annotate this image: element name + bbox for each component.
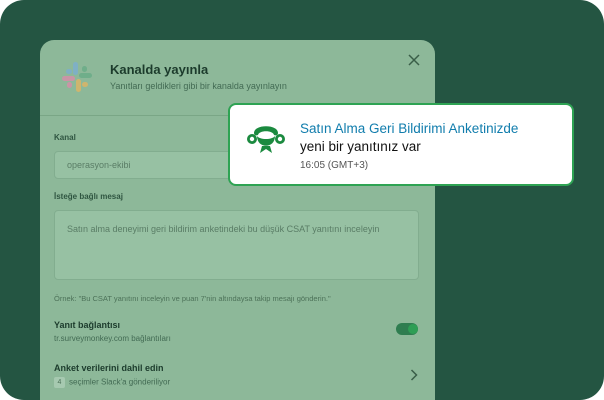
include-data-subtitle: 4 seçimler Slack'a gönderiliyor xyxy=(54,377,170,388)
reply-link-title: Yanıt bağlantısı xyxy=(54,320,121,330)
message-textarea[interactable]: Satın alma deneyimi geri bildirim anketi… xyxy=(54,210,419,280)
message-label: İsteğe bağlı mesaj xyxy=(54,192,123,201)
message-value: Satın alma deneyimi geri bildirim anketi… xyxy=(67,224,380,234)
dialog-subtitle: Yanıtları geldikleri gibi bir kanalda ya… xyxy=(110,81,287,91)
channel-value: operasyon-ekibi xyxy=(67,160,131,170)
include-data-title: Anket verilerini dahil edin xyxy=(54,363,164,373)
reply-link-toggle[interactable] xyxy=(396,323,418,335)
new-response-notification[interactable]: Satın Alma Geri Bildirimi Anketinizde ye… xyxy=(228,103,574,186)
close-icon[interactable] xyxy=(406,52,422,68)
background: Kanalda yayınla Yanıtları geldikleri gib… xyxy=(0,0,604,400)
slack-logo-icon xyxy=(62,62,92,92)
include-data-sub-text: seçimler Slack'a gönderiliyor xyxy=(69,377,171,387)
message-hint: Örnek: "Bu CSAT yanıtını inceleyin ve pu… xyxy=(54,294,331,303)
selection-count-badge: 4 xyxy=(54,377,65,388)
notification-message: yeni bir yanıtınız var xyxy=(300,139,421,154)
toggle-knob xyxy=(408,324,418,334)
reply-link-subtitle: tr.surveymonkey.com bağlantıları xyxy=(54,334,171,343)
dialog-title: Kanalda yayınla xyxy=(110,62,209,77)
notification-time: 16:05 (GMT+3) xyxy=(300,160,369,171)
channel-label: Kanal xyxy=(54,133,76,142)
publish-dialog: Kanalda yayınla Yanıtları geldikleri gib… xyxy=(40,40,435,400)
chevron-right-icon[interactable] xyxy=(410,369,418,381)
surveymonkey-logo-icon xyxy=(247,126,285,153)
notification-title: Satın Alma Geri Bildirimi Anketinizde xyxy=(300,121,519,136)
